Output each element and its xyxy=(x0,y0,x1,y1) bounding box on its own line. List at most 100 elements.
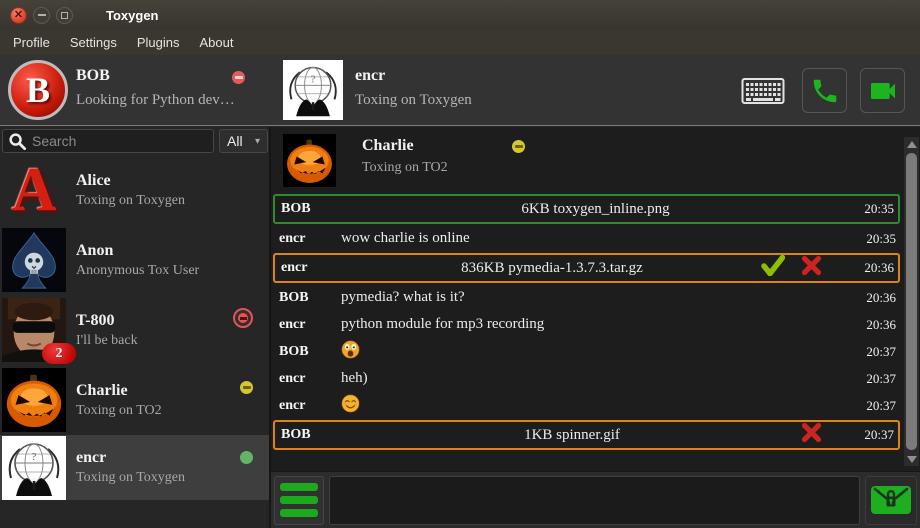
scroll-up-button[interactable] xyxy=(904,137,919,151)
svg-text:?: ? xyxy=(311,75,316,86)
menu-item-settings[interactable]: Settings xyxy=(60,30,127,55)
contact-name: encr xyxy=(76,449,185,467)
contact-status-icon-wrap xyxy=(240,381,253,399)
svg-text:?: ? xyxy=(32,451,37,463)
message-sender: encr xyxy=(279,231,341,247)
message-row: encrwow charlie is online20:35 xyxy=(273,225,900,252)
contact-status-icon-wrap xyxy=(233,308,253,328)
contact-name: Charlie xyxy=(76,382,162,400)
file-name: 6KB toxygen_inline.png xyxy=(343,201,848,218)
unread-badge: 2 xyxy=(42,343,76,364)
accept-file-button[interactable] xyxy=(761,255,785,281)
message-text xyxy=(341,340,850,364)
decline-file-button[interactable] xyxy=(801,255,822,281)
message-sender: BOB xyxy=(279,290,341,306)
file-actions xyxy=(761,255,822,281)
peer-avatar: ? xyxy=(283,60,343,120)
contact-item-charlie[interactable]: Charlie Toxing on TO2 xyxy=(0,365,269,435)
scrollbar xyxy=(904,137,919,466)
message-timestamp: 20:36 xyxy=(848,260,896,276)
keyboard-icon xyxy=(741,76,785,106)
message-input[interactable] xyxy=(329,476,860,525)
message-sender: encr xyxy=(281,260,343,276)
message-row: encrheh)20:37 xyxy=(273,365,900,392)
message-timestamp: 20:35 xyxy=(848,201,896,217)
send-button[interactable] xyxy=(865,476,917,525)
scrollbar-thumb[interactable] xyxy=(906,153,917,450)
peer-status-message: Toxing on Toxygen xyxy=(355,92,472,109)
message-timestamp: 20:37 xyxy=(848,427,896,443)
screen-keyboard-button[interactable] xyxy=(740,76,786,106)
cross-icon xyxy=(801,255,822,281)
self-avatar-letter: B xyxy=(26,69,50,111)
contact-info: AnonAnonymous Tox User xyxy=(76,242,199,279)
busy-status-icon xyxy=(233,308,253,328)
letter-a-avatar: A xyxy=(2,158,66,222)
contact-name: Anon xyxy=(76,242,199,260)
file-transfer-row: BOB6KB toxygen_inline.png20:35 xyxy=(273,194,900,224)
decline-file-button[interactable] xyxy=(801,422,822,448)
message-timestamp: 20:37 xyxy=(850,371,898,387)
scroll-down-button[interactable] xyxy=(904,452,919,466)
terminator-avatar: 2 xyxy=(2,298,66,362)
check-icon xyxy=(761,255,785,281)
search-input[interactable] xyxy=(32,133,213,149)
self-status-message: Looking for Python dev… xyxy=(76,92,235,109)
arrow-up-icon xyxy=(907,141,917,148)
menubar: ProfileSettingsPluginsAbout xyxy=(0,30,920,55)
menu-item-plugins[interactable]: Plugins xyxy=(127,30,190,55)
busy-status-core xyxy=(238,313,248,323)
video-call-button[interactable] xyxy=(860,68,905,113)
peer-banner-info: Charlie Toxing on TO2 xyxy=(362,134,448,188)
contact-item-t-800[interactable]: 2T-800I'll be back xyxy=(0,295,269,365)
contact-info: T-800I'll be back xyxy=(76,312,138,349)
self-status-busy-icon[interactable] xyxy=(232,71,245,84)
message-list: BOB6KB toxygen_inline.png20:35encrwow ch… xyxy=(273,193,900,466)
minimize-icon xyxy=(38,14,46,16)
contact-info: Charlie Toxing on TO2 xyxy=(76,382,162,419)
message-row: BOB20:37 xyxy=(273,338,900,365)
cross-icon xyxy=(801,422,822,448)
smile-emoji xyxy=(341,394,360,418)
message-sender: BOB xyxy=(279,344,341,360)
contact-filter-value: All xyxy=(227,133,243,149)
audio-call-button[interactable] xyxy=(802,68,847,113)
contact-info: AliceToxing on Toxygen xyxy=(76,172,185,209)
pumpkin-avatar xyxy=(283,134,336,187)
message-text: heh) xyxy=(341,370,850,387)
contact-item-anon[interactable]: AnonAnonymous Tox User xyxy=(0,225,269,295)
menu-item-about[interactable]: About xyxy=(189,30,243,55)
spade-skull-avatar xyxy=(2,228,66,292)
self-avatar[interactable]: B xyxy=(8,60,68,120)
attachments-menu-button[interactable] xyxy=(274,476,324,525)
search-row: All ▾ xyxy=(0,127,269,155)
message-sender: BOB xyxy=(281,201,343,217)
contact-name: T-800 xyxy=(76,312,138,330)
close-button[interactable]: ✕ xyxy=(10,7,27,24)
contact-item-encr[interactable]: ? encr Toxing on Toxygen xyxy=(0,435,269,500)
contact-status-message: Toxing on Toxygen xyxy=(76,470,185,486)
banner-away-status-icon xyxy=(512,140,525,153)
peer-name: encr xyxy=(355,67,385,85)
contact-status-message: Toxing on TO2 xyxy=(76,403,162,419)
message-text: pymedia? what is it? xyxy=(341,289,850,306)
contact-item-alice[interactable]: A AliceToxing on Toxygen xyxy=(0,155,269,225)
toxygen-window: ✕ Toxygen ProfileSettingsPluginsAbout B … xyxy=(0,0,920,528)
away-status-icon xyxy=(240,381,253,394)
contact-filter-dropdown[interactable]: All ▾ xyxy=(219,129,268,153)
minimize-button[interactable] xyxy=(33,7,50,24)
file-actions xyxy=(801,422,822,448)
message-sender: encr xyxy=(279,371,341,387)
maximize-button[interactable] xyxy=(56,7,73,24)
arrow-down-icon xyxy=(907,456,917,463)
message-timestamp: 20:35 xyxy=(850,231,898,247)
menu-item-profile[interactable]: Profile xyxy=(3,30,60,55)
message-text: python module for mp3 recording xyxy=(341,316,850,333)
video-camera-icon xyxy=(867,75,899,107)
sidebar: All ▾ A AliceToxing on Toxygen AnonAnonymo… xyxy=(0,127,269,528)
chevron-down-icon: ▾ xyxy=(255,136,260,147)
search-icon xyxy=(8,132,27,151)
file-name: 836KB pymedia-1.3.7.3.tar.gz xyxy=(343,260,761,277)
search-box xyxy=(2,129,214,153)
header: B BOB Looking for Python dev… ? encr Tox… xyxy=(0,55,920,126)
